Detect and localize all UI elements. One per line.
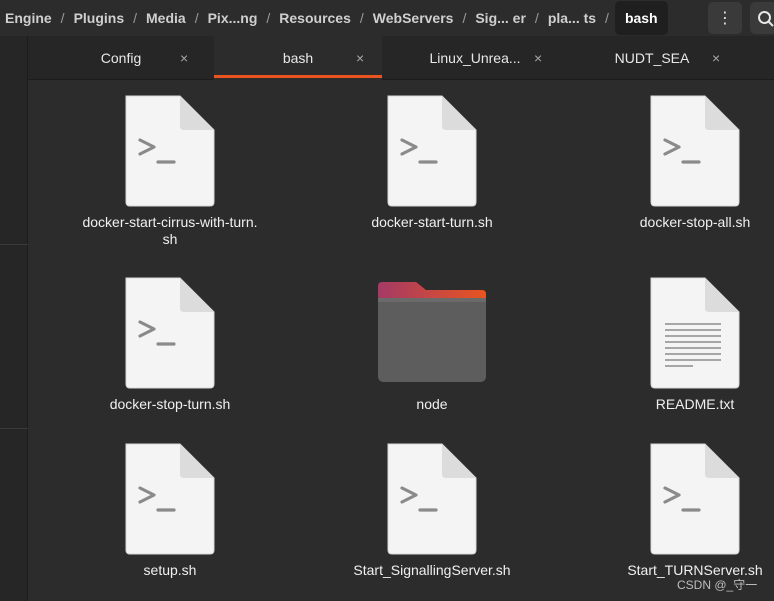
file-item[interactable]: docker-start-cirrus-with-turn. sh <box>60 94 280 248</box>
script-file-icon <box>60 442 280 562</box>
breadcrumb-item[interactable]: Plugins <box>69 10 130 26</box>
file-item[interactable]: Start_SignallingServer.sh <box>322 442 542 579</box>
tab-label: Linux_Unrea... <box>429 50 521 66</box>
breadcrumb-separator: / <box>60 10 65 26</box>
sidebar-divider <box>0 428 28 429</box>
breadcrumb-item[interactable]: WebServers <box>368 10 459 26</box>
search-button[interactable] <box>750 2 774 34</box>
file-name: README.txt <box>655 396 735 412</box>
breadcrumb-item[interactable]: Sig... er <box>470 10 531 26</box>
close-icon[interactable]: × <box>712 50 720 66</box>
script-file-icon <box>60 276 280 396</box>
file-item[interactable]: Start_TURNServer.sh <box>585 442 774 579</box>
text-file-icon <box>585 276 774 396</box>
breadcrumb-item[interactable]: Engine <box>0 10 57 26</box>
header-bar: Engine / Plugins / Media / Pix...ng / Re… <box>0 0 774 36</box>
script-file-icon <box>322 442 542 562</box>
close-icon[interactable]: × <box>180 50 188 66</box>
tab-label: bash <box>282 50 314 66</box>
sidebar <box>0 36 28 601</box>
breadcrumb-current[interactable]: bash <box>614 1 668 35</box>
search-icon <box>758 11 774 27</box>
close-icon[interactable]: × <box>534 50 542 66</box>
script-file-icon <box>585 442 774 562</box>
breadcrumb-separator: / <box>534 10 539 26</box>
tab-linux-unreal[interactable]: Linux_Unrea... × <box>382 36 568 80</box>
file-grid: docker-start-cirrus-with-turn. sh docker-… <box>28 80 774 601</box>
breadcrumb: Engine / Plugins / Media / Pix...ng / Re… <box>0 0 668 36</box>
breadcrumb-item[interactable]: pla... ts <box>543 10 601 26</box>
folder-item[interactable]: node <box>322 276 542 413</box>
breadcrumb-separator: / <box>266 10 271 26</box>
file-item[interactable]: setup.sh <box>60 442 280 579</box>
breadcrumb-separator: / <box>194 10 199 26</box>
file-item[interactable]: docker-start-turn.sh <box>322 94 542 231</box>
script-file-icon <box>585 94 774 214</box>
file-name: docker-stop-all.sh <box>639 214 751 230</box>
file-name: setup.sh <box>143 562 197 578</box>
file-item[interactable]: docker-stop-all.sh <box>585 94 774 231</box>
file-name: docker-stop-turn.sh <box>109 396 231 412</box>
close-icon[interactable]: × <box>356 50 364 66</box>
breadcrumb-separator: / <box>359 10 364 26</box>
script-file-icon <box>322 94 542 214</box>
tab-bash[interactable]: bash × <box>214 36 382 80</box>
kebab-menu-icon: ⋮ <box>717 10 733 27</box>
folder-name: node <box>416 396 448 412</box>
sidebar-divider <box>0 244 28 245</box>
file-name: docker-start-cirrus-with-turn. sh <box>82 214 258 247</box>
breadcrumb-item[interactable]: Resources <box>274 10 356 26</box>
file-item[interactable]: docker-stop-turn.sh <box>60 276 280 413</box>
folder-icon <box>322 276 542 396</box>
breadcrumb-separator: / <box>605 10 609 26</box>
script-file-icon <box>60 94 280 214</box>
tab-nudt-sea[interactable]: NUDT_SEA × <box>568 36 736 80</box>
tab-label: NUDT_SEA <box>614 50 690 66</box>
breadcrumb-item[interactable]: Media <box>141 10 191 26</box>
file-name: Start_SignallingServer.sh <box>353 562 511 578</box>
breadcrumb-separator: / <box>462 10 467 26</box>
file-item[interactable]: README.txt <box>585 276 774 413</box>
tab-label: Config <box>100 50 142 66</box>
tab-bar: Config × bash × Linux_Unrea... × NUDT_SE… <box>28 36 774 80</box>
tab-config[interactable]: Config × <box>28 36 214 80</box>
file-name: docker-start-turn.sh <box>371 214 493 230</box>
watermark: CSDN @_守一 <box>677 578 758 592</box>
breadcrumb-separator: / <box>133 10 138 26</box>
menu-button[interactable]: ⋮ <box>708 2 742 34</box>
breadcrumb-item[interactable]: Pix...ng <box>203 10 263 26</box>
